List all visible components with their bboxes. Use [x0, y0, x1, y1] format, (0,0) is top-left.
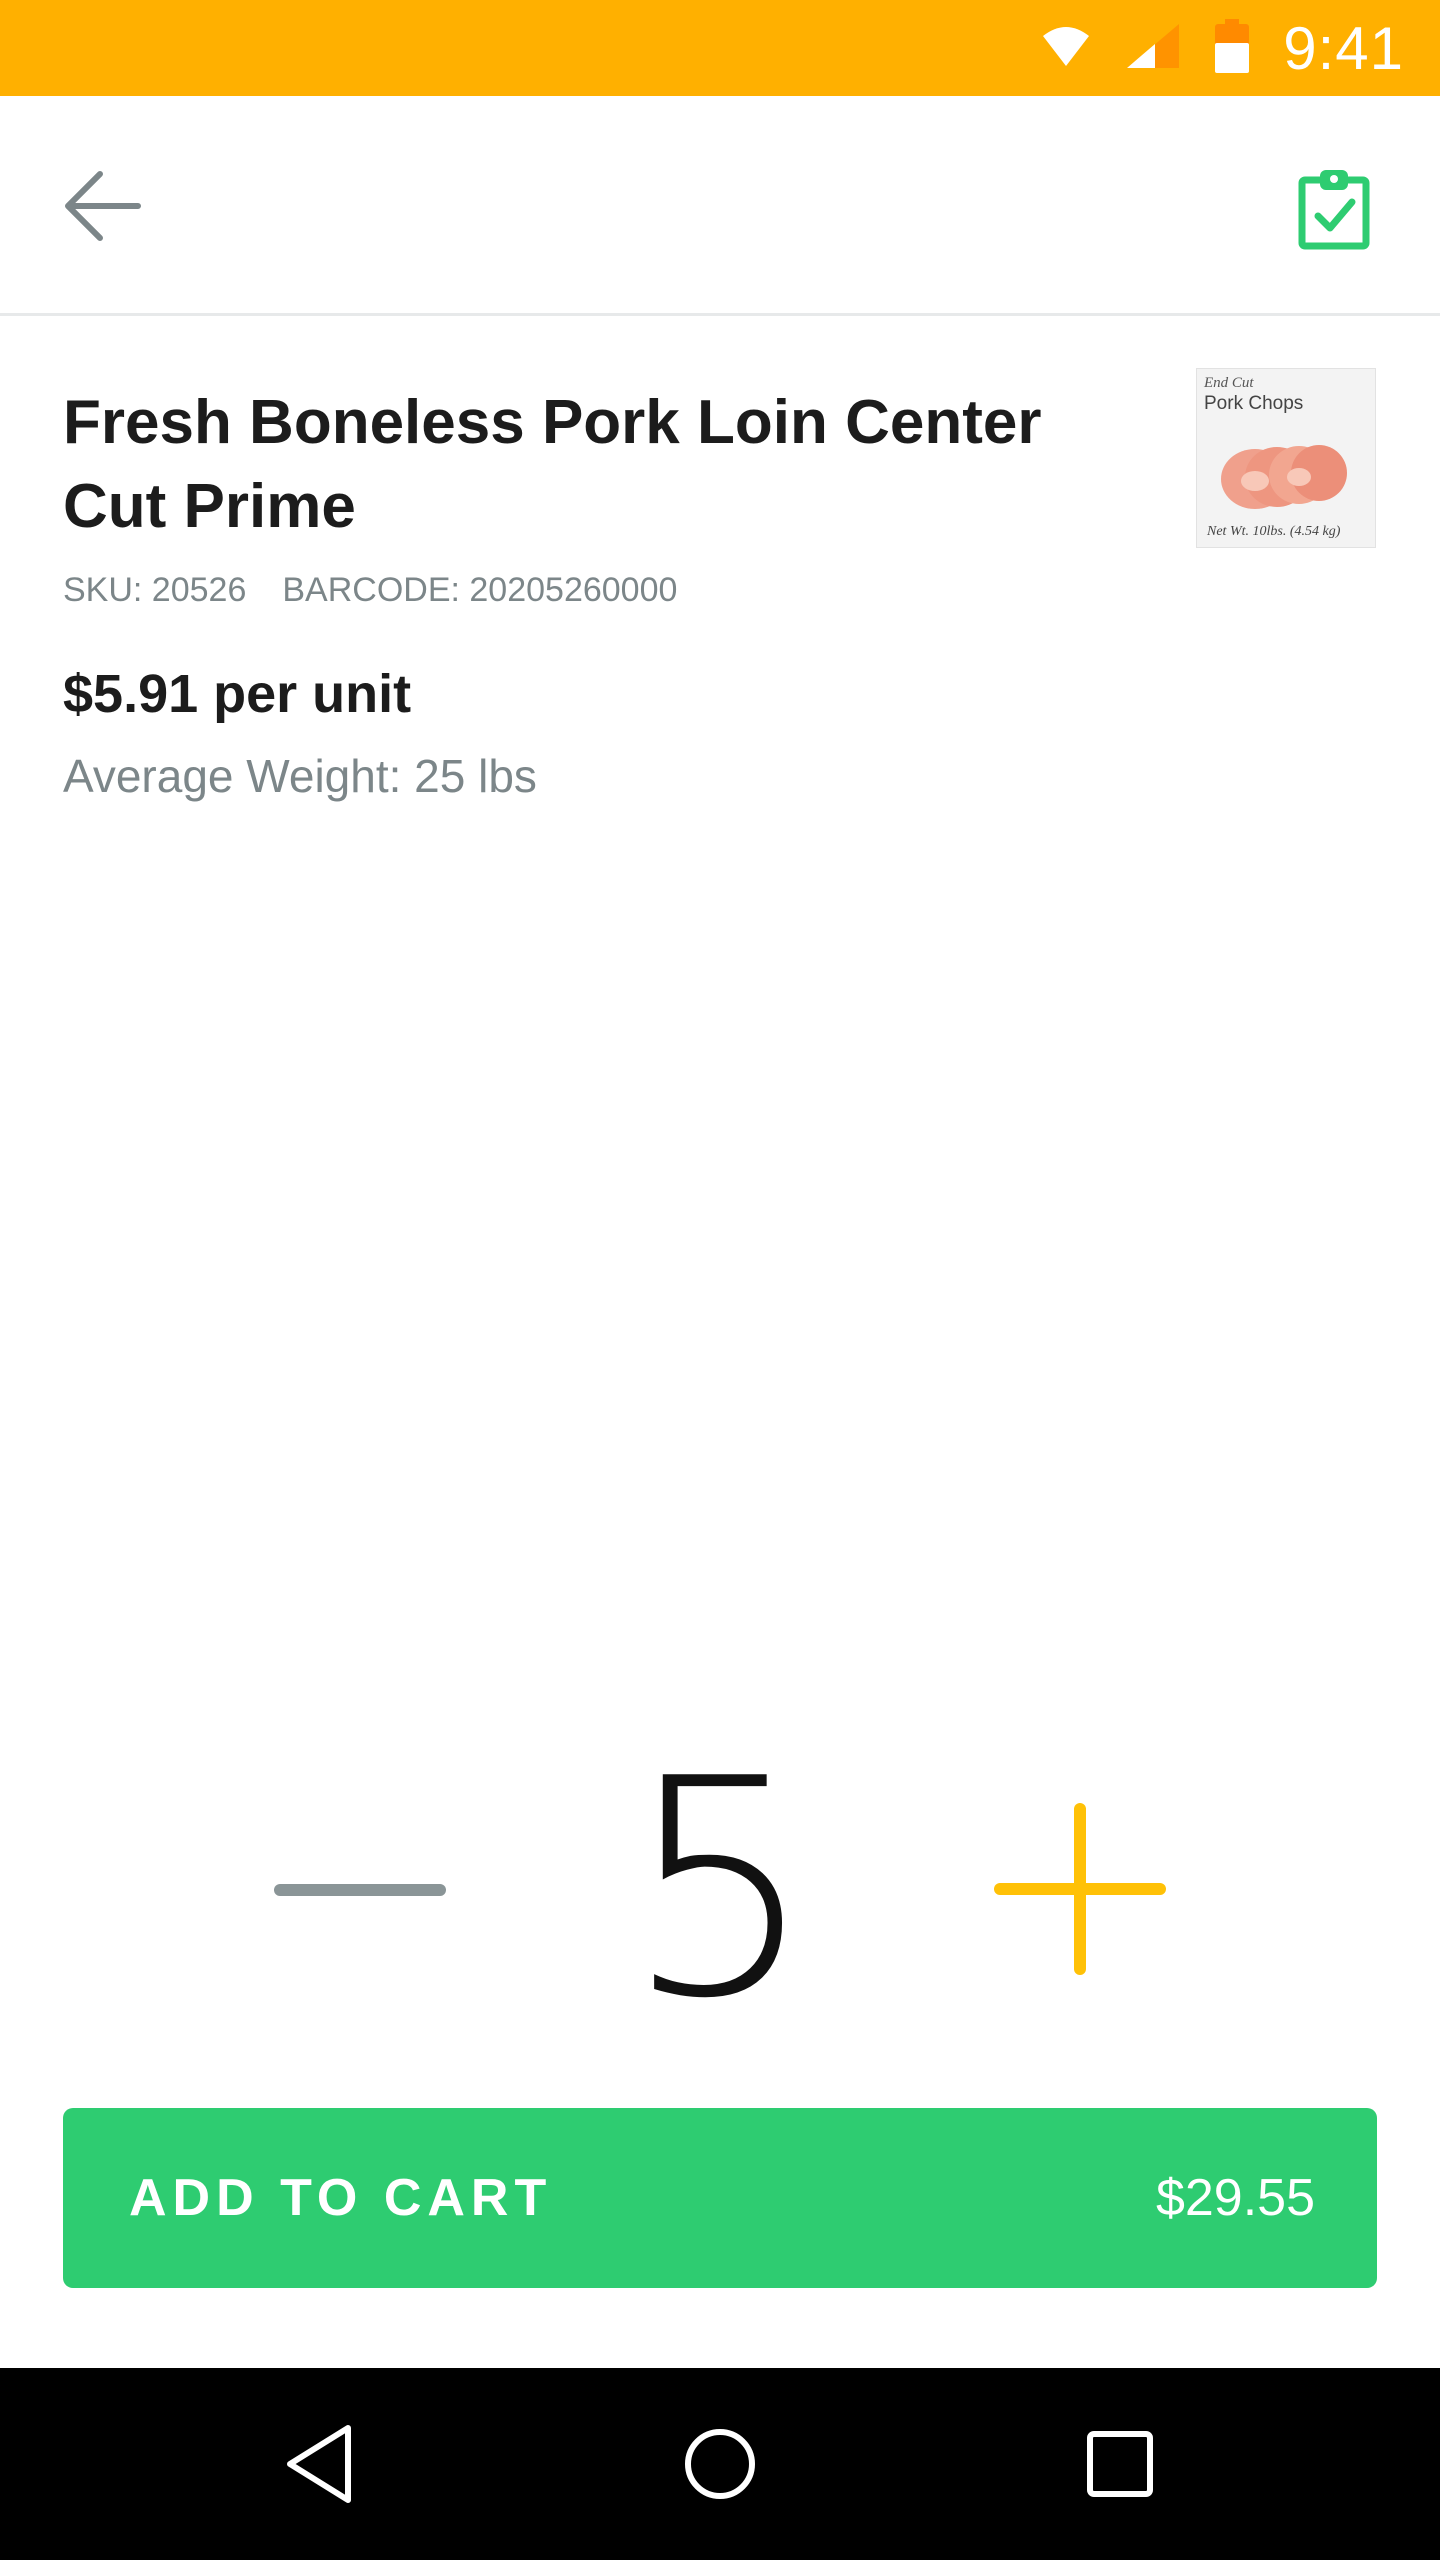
system-nav-bar — [0, 2368, 1440, 2560]
recents-square-icon — [1087, 2431, 1153, 2497]
arrow-left-icon — [65, 171, 141, 241]
unit-price: $5.91 per unit — [63, 664, 412, 724]
cart-total: $29.55 — [1155, 2169, 1315, 2227]
status-time: 9:41 — [1283, 14, 1404, 82]
minus-icon — [274, 1884, 446, 1896]
order-list-button[interactable] — [1284, 158, 1384, 258]
status-bar: 9:41 — [0, 0, 1440, 96]
app-bar — [0, 96, 1440, 316]
nav-back-button[interactable] — [270, 2414, 370, 2514]
status-icons: 9:41 — [1041, 0, 1404, 96]
thumbnail-caption-top: End Cut — [1204, 375, 1254, 391]
sku-label: SKU: 20526 — [63, 571, 247, 609]
home-circle-icon — [685, 2429, 755, 2499]
product-thumbnail[interactable]: End Cut Pork Chops Net Wt. 10lbs. (4.54 … — [1196, 368, 1376, 548]
battery-icon — [1215, 18, 1250, 78]
product-meta: SKU: 20526 BARCODE: 20205260000 — [63, 571, 677, 610]
thumbnail-caption-name: Pork Chops — [1204, 393, 1304, 414]
barcode-label: BARCODE: 20205260000 — [282, 571, 678, 609]
wifi-icon — [1041, 24, 1091, 73]
quantity-value: 5 — [624, 1715, 816, 2064]
thumbnail-caption-weight: Net Wt. 10lbs. (4.54 kg) — [1207, 524, 1341, 539]
product-title: Fresh Boneless Pork Loin Center Cut Prim… — [63, 388, 1042, 541]
add-to-cart-button[interactable]: ADD TO CART $29.55 — [63, 2108, 1377, 2288]
quantity-stepper: 5 — [0, 1740, 1440, 2040]
back-button[interactable] — [52, 156, 152, 256]
nav-home-button[interactable] — [670, 2414, 770, 2514]
nav-recents-button[interactable] — [1070, 2414, 1170, 2514]
add-to-cart-label: ADD TO CART — [129, 2169, 553, 2227]
average-weight: Average Weight: 25 lbs — [63, 750, 537, 802]
signal-icon — [1125, 22, 1181, 75]
increase-quantity-button[interactable] — [970, 1800, 1190, 1980]
decrease-quantity-button[interactable] — [250, 1800, 470, 1980]
pork-chops-image — [1221, 445, 1347, 509]
clipboard-check-icon — [1298, 170, 1370, 250]
back-triangle-icon — [287, 2425, 351, 2503]
